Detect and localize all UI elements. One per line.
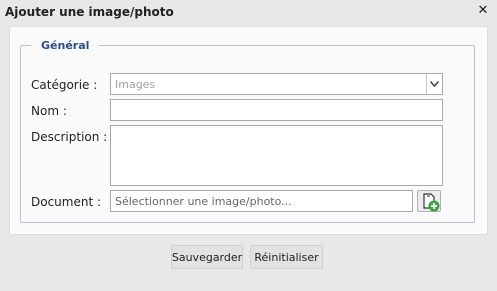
name-input[interactable] (110, 99, 443, 121)
document-placeholder: Sélectionner une image/photo... (115, 195, 292, 208)
document-input[interactable]: Sélectionner une image/photo... (110, 190, 413, 212)
save-button[interactable]: Sauvegarder (171, 245, 243, 269)
description-label: Description : (31, 130, 108, 144)
category-label: Catégorie : (31, 78, 98, 92)
category-value: Images (115, 78, 156, 91)
name-label: Nom : (31, 104, 67, 118)
category-select[interactable]: Images (110, 73, 443, 95)
browse-file-button[interactable] (417, 190, 441, 212)
document-label: Document : (31, 195, 102, 209)
close-icon[interactable]: ✕ (477, 4, 489, 18)
dialog-title: Ajouter une image/photo (5, 5, 174, 19)
chevron-down-icon[interactable] (426, 74, 442, 94)
dialog-body: Général Catégorie : Images Nom : Descrip… (9, 26, 488, 235)
reset-button[interactable]: Réinitialiser (250, 245, 323, 269)
add-file-icon (423, 193, 440, 212)
description-textarea[interactable] (110, 125, 443, 186)
dialog-titlebar: Ajouter une image/photo ✕ (0, 0, 497, 24)
fieldset-legend: Général (41, 39, 90, 52)
